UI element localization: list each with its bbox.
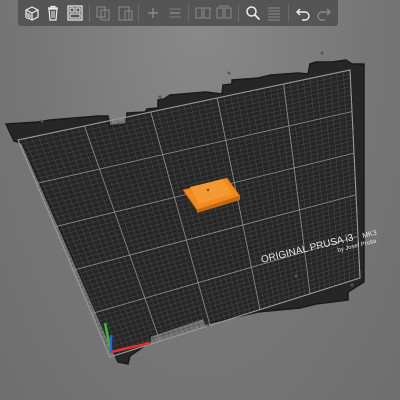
split-parts-button[interactable] <box>215 2 235 24</box>
toolbar-separator <box>188 4 190 22</box>
3d-viewport[interactable]: ORIGINAL PRUSA i3 MK3 by Josef Prusa <box>0 0 400 400</box>
print-bed-scene[interactable]: ORIGINAL PRUSA i3 MK3 by Josef Prusa <box>0 0 400 400</box>
add-cube-icon <box>24 6 39 21</box>
trash-icon <box>48 5 59 21</box>
search-icon <box>246 6 260 21</box>
top-toolbar <box>18 0 338 26</box>
toolbar-separator <box>288 4 289 22</box>
paste-button[interactable] <box>115 2 135 24</box>
arrange-button[interactable] <box>65 2 85 24</box>
redo-icon <box>317 8 332 21</box>
copy-icon <box>96 6 110 21</box>
undo-icon <box>295 8 310 21</box>
remove-instance-button[interactable] <box>165 2 185 24</box>
layers-editing-button[interactable] <box>265 2 285 24</box>
delete-button[interactable] <box>44 2 64 24</box>
layers-icon <box>268 7 281 21</box>
paste-icon <box>118 6 133 21</box>
split-objects-button[interactable] <box>193 2 213 24</box>
toolbar-separator <box>238 4 240 22</box>
minus-icon <box>168 8 181 18</box>
add-object-button[interactable] <box>22 2 42 24</box>
search-button[interactable] <box>243 2 263 24</box>
arrange-icon <box>67 5 83 21</box>
redo-button[interactable] <box>314 2 334 24</box>
add-instance-button[interactable] <box>143 2 163 24</box>
toolbar-separator <box>88 4 90 22</box>
split-objects-icon <box>195 7 211 19</box>
undo-button[interactable] <box>293 2 313 24</box>
split-parts-icon <box>216 5 232 19</box>
toolbar-separator <box>138 4 140 22</box>
plus-icon <box>148 8 159 18</box>
copy-button[interactable] <box>93 2 113 24</box>
